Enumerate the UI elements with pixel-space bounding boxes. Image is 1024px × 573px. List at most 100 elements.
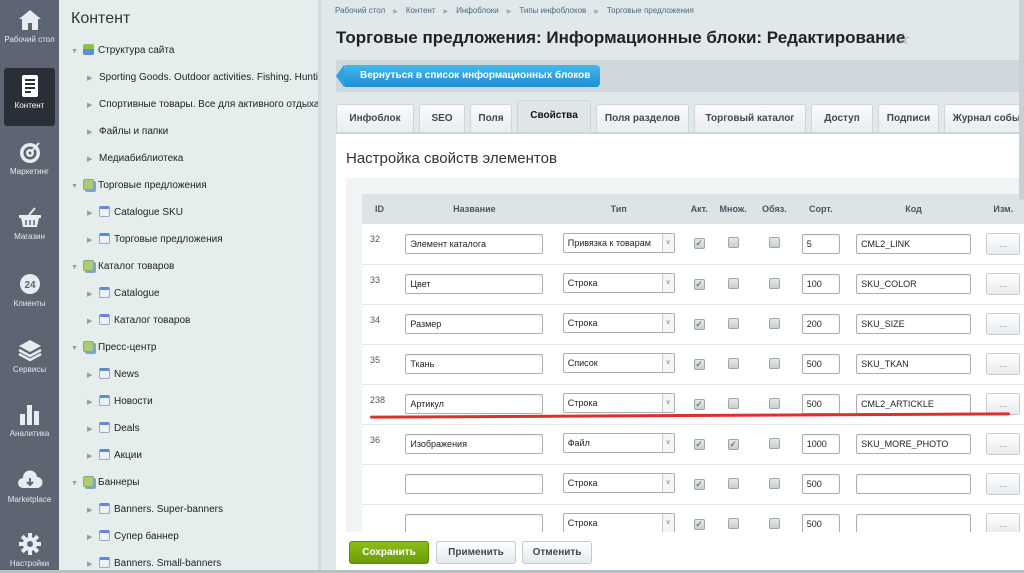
property-type-select[interactable]: Строка ∨ <box>562 393 675 413</box>
leftbar-item-2[interactable]: Маркетинг <box>4 140 55 177</box>
property-name-input[interactable] <box>405 514 544 534</box>
leftbar-item-4[interactable]: 24 Клиенты <box>4 272 55 309</box>
collapsed-arrow-icon[interactable]: ▶ <box>87 421 99 439</box>
multiple-checkbox[interactable] <box>727 397 739 409</box>
tree-node[interactable]: ▶ Sporting Goods. Outdoor activities. Fis… <box>87 69 318 87</box>
expanded-arrow-icon[interactable]: ▼ <box>71 340 83 358</box>
tab-6[interactable]: Доступ <box>811 104 873 132</box>
leftbar-item-5[interactable]: Сервисы <box>4 338 55 375</box>
tree-node[interactable]: ▶ Catalogue <box>87 285 160 303</box>
multiple-checkbox[interactable] <box>727 477 739 489</box>
tab-8[interactable]: Журнал событ <box>944 104 1024 132</box>
tree-node[interactable]: ▼ Пресс-центр <box>71 339 156 357</box>
leftbar-item-6[interactable]: Аналитика <box>4 402 55 439</box>
leftbar-item-8[interactable]: Настройки <box>4 532 55 569</box>
property-code-input[interactable] <box>856 354 972 374</box>
property-type-select[interactable]: Строка ∨ <box>562 313 675 333</box>
property-name-input[interactable] <box>405 233 544 254</box>
active-checkbox[interactable]: ✓ <box>693 478 705 490</box>
active-checkbox[interactable]: ✓ <box>693 238 705 250</box>
property-code-input[interactable] <box>856 233 972 254</box>
collapsed-arrow-icon[interactable]: ▶ <box>87 394 99 412</box>
multiple-checkbox[interactable] <box>727 277 739 289</box>
collapsed-arrow-icon[interactable]: ▶ <box>87 205 99 223</box>
expanded-arrow-icon[interactable]: ▼ <box>71 178 83 196</box>
property-code-input[interactable] <box>856 274 972 294</box>
breadcrumb-item[interactable]: Рабочий стол <box>335 6 385 15</box>
tree-node[interactable]: ▶ Торговые предложения <box>87 231 223 249</box>
collapsed-arrow-icon[interactable]: ▶ <box>87 124 99 142</box>
tree-node[interactable]: ▶ Спортивные товары. Все для активного от… <box>87 96 318 115</box>
breadcrumb-item[interactable]: Торговые предложения <box>607 6 694 15</box>
property-name-input[interactable] <box>405 434 544 454</box>
multiple-checkbox[interactable] <box>727 517 739 529</box>
tree-node[interactable]: ▼ Структура сайта <box>71 42 174 60</box>
tab-1[interactable]: SEO <box>419 104 465 132</box>
required-checkbox[interactable] <box>768 397 780 409</box>
property-name-input[interactable] <box>405 394 544 414</box>
required-checkbox[interactable] <box>768 237 780 249</box>
expanded-arrow-icon[interactable]: ▼ <box>71 259 83 277</box>
property-type-select[interactable]: Строка ∨ <box>562 273 675 293</box>
cancel-button[interactable]: Отменить <box>522 541 592 564</box>
tab-5[interactable]: Торговый каталог <box>694 104 806 132</box>
required-checkbox[interactable] <box>768 277 780 289</box>
property-name-input[interactable] <box>405 274 544 294</box>
tree-node[interactable]: ▶ Акции <box>87 447 142 465</box>
edit-more-button[interactable]: ... <box>986 353 1021 375</box>
active-checkbox[interactable]: ✓ <box>693 518 705 530</box>
required-checkbox[interactable] <box>768 317 780 329</box>
collapsed-arrow-icon[interactable]: ▶ <box>87 448 99 466</box>
tree-node[interactable]: ▼ Торговые предложения <box>71 177 207 195</box>
tree-node[interactable]: ▶ Banners. Super-banners <box>87 501 223 519</box>
property-name-input[interactable] <box>405 314 544 334</box>
favorite-star-icon[interactable]: ☆ <box>896 29 910 49</box>
property-code-input[interactable] <box>856 434 972 454</box>
required-checkbox[interactable] <box>768 437 780 449</box>
property-code-input[interactable] <box>856 474 972 494</box>
required-checkbox[interactable] <box>768 357 780 369</box>
apply-button[interactable]: Применить <box>436 541 516 564</box>
property-type-select[interactable]: Строка ∨ <box>562 473 675 493</box>
property-code-input[interactable] <box>856 314 972 334</box>
active-checkbox[interactable]: ✓ <box>693 318 705 330</box>
collapsed-arrow-icon[interactable]: ▶ <box>87 286 99 304</box>
tab-4[interactable]: Поля разделов <box>596 104 689 132</box>
property-type-select[interactable]: Строка ∨ <box>562 513 675 533</box>
breadcrumb-item[interactable]: Типы инфоблоков <box>519 6 586 15</box>
multiple-checkbox[interactable] <box>727 357 739 369</box>
expanded-arrow-icon[interactable]: ▼ <box>71 475 83 493</box>
sort-input[interactable] <box>801 394 840 414</box>
leftbar-item-0[interactable]: Рабочий стол <box>4 8 55 45</box>
tree-node[interactable]: ▶ Супер баннер <box>87 528 179 546</box>
breadcrumb-item[interactable]: Контент <box>406 6 436 15</box>
collapsed-arrow-icon[interactable]: ▶ <box>87 367 99 385</box>
tree-node[interactable]: ▶ Новости <box>87 393 153 411</box>
save-button[interactable]: Сохранить <box>349 541 429 564</box>
active-checkbox[interactable]: ✓ <box>693 398 705 410</box>
sort-input[interactable] <box>801 233 840 254</box>
multiple-checkbox[interactable]: ✓ <box>727 438 739 450</box>
active-checkbox[interactable]: ✓ <box>693 438 705 450</box>
sort-input[interactable] <box>801 314 840 334</box>
property-type-select[interactable]: Привязка к товарам ∨ <box>562 232 675 253</box>
edit-more-button[interactable]: ... <box>986 313 1021 335</box>
active-checkbox[interactable]: ✓ <box>693 358 705 370</box>
tree-node[interactable]: ▶ News <box>87 366 139 384</box>
required-checkbox[interactable] <box>768 477 780 489</box>
collapsed-arrow-icon[interactable]: ▶ <box>87 97 99 115</box>
back-to-list-button[interactable]: Вернуться в список информационных блоков <box>336 65 600 87</box>
tab-7[interactable]: Подписи <box>878 104 939 132</box>
sort-input[interactable] <box>801 274 840 294</box>
edit-more-button[interactable]: ... <box>986 473 1021 495</box>
sort-input[interactable] <box>801 354 840 374</box>
multiple-checkbox[interactable] <box>727 317 739 329</box>
collapsed-arrow-icon[interactable]: ▶ <box>87 529 99 547</box>
sort-input[interactable] <box>801 474 840 494</box>
expanded-arrow-icon[interactable]: ▼ <box>71 43 83 61</box>
tab-2[interactable]: Поля <box>470 104 512 132</box>
tab-0[interactable]: Инфоблок <box>336 104 414 132</box>
tree-node[interactable]: ▶ Медиабиблиотека <box>87 150 183 168</box>
tab-3[interactable]: Свойства <box>517 100 591 132</box>
tree-node[interactable]: ▼ Каталог товаров <box>71 258 174 276</box>
